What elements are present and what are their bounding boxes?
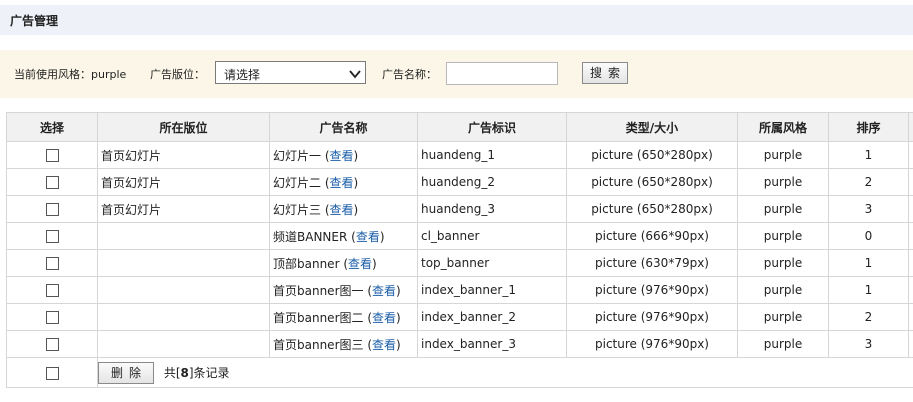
table-row: 频道BANNER (查看) cl_banner picture (666*90p… <box>6 222 913 250</box>
filter-bar: 当前使用风格：purple 广告版位： 请选择 广告名称： 搜索 <box>0 50 913 98</box>
page-title: 广告管理 <box>10 14 59 28</box>
record-count-value: 8 <box>180 366 189 380</box>
style-cell: purple <box>737 276 829 304</box>
order-cell: 1 <box>828 141 909 169</box>
style-cell: purple <box>737 330 829 358</box>
type-cell: picture (666*90px) <box>566 222 738 250</box>
table-row: 首页banner图一 (查看) index_banner_1 picture (… <box>6 276 913 304</box>
position-cell <box>97 330 270 358</box>
column-header-name: 广告名称 <box>269 112 418 142</box>
table-row: 顶部banner (查看) top_banner picture (630*79… <box>6 249 913 277</box>
position-label: 广告版位： <box>150 68 205 81</box>
order-cell: 3 <box>828 195 909 223</box>
view-link[interactable]: 查看 <box>372 311 396 325</box>
chevron-down-icon <box>349 68 361 79</box>
page-header: 广告管理 <box>0 5 913 35</box>
table-row: 首页幻灯片 幻灯片一 (查看) huandeng_1 picture (650*… <box>6 141 913 169</box>
style-value: purple <box>91 68 127 81</box>
type-cell: picture (976*90px) <box>566 276 738 304</box>
table-header-row: 选择 所在版位 广告名称 广告标识 类型/大小 所属风格 排序 <box>6 112 913 142</box>
name-cell: 频道BANNER (查看) <box>269 222 418 250</box>
column-header-position: 所在版位 <box>97 112 270 142</box>
name-cell: 幻灯片一 (查看) <box>269 141 418 169</box>
position-cell <box>97 276 270 304</box>
name-cell: 首页banner图二 (查看) <box>269 303 418 331</box>
order-cell: 2 <box>828 303 909 331</box>
row-checkbox[interactable] <box>45 338 59 351</box>
row-checkbox[interactable] <box>45 176 59 189</box>
position-cell <box>97 303 270 331</box>
style-label: 当前使用风格：purple <box>14 68 127 81</box>
row-checkbox[interactable] <box>45 149 59 162</box>
type-cell: picture (630*79px) <box>566 249 738 277</box>
select-all-checkbox[interactable] <box>45 366 59 380</box>
ad-table: 选择 所在版位 广告名称 广告标识 类型/大小 所属风格 排序 首页幻灯片 幻灯… <box>6 112 913 388</box>
position-cell: 首页幻灯片 <box>97 168 270 196</box>
column-header-select: 选择 <box>6 112 98 142</box>
search-button[interactable]: 搜索 <box>582 62 628 84</box>
view-link[interactable]: 查看 <box>348 257 372 271</box>
order-cell: 1 <box>828 276 909 304</box>
view-link[interactable]: 查看 <box>330 149 354 163</box>
record-count: 共[8]条记录 <box>163 366 230 380</box>
view-link[interactable]: 查看 <box>372 284 396 298</box>
position-cell <box>97 222 270 250</box>
delete-button[interactable]: 删除 <box>98 361 154 384</box>
order-cell: 2 <box>828 168 909 196</box>
order-cell: 3 <box>828 330 909 358</box>
table-row: 首页幻灯片 幻灯片二 (查看) huandeng_2 picture (650*… <box>6 168 913 196</box>
row-checkbox[interactable] <box>45 257 59 270</box>
name-cell: 首页banner图一 (查看) <box>269 276 418 304</box>
name-cell: 幻灯片三 (查看) <box>269 195 418 223</box>
column-header-order: 排序 <box>828 112 909 142</box>
style-cell: purple <box>737 249 829 277</box>
id-cell: index_banner_1 <box>417 276 567 304</box>
id-cell: top_banner <box>417 249 567 277</box>
row-checkbox[interactable] <box>45 284 59 297</box>
order-cell: 1 <box>828 249 909 277</box>
view-link[interactable]: 查看 <box>330 176 354 190</box>
position-cell: 首页幻灯片 <box>97 141 270 169</box>
position-cell: 首页幻灯片 <box>97 195 270 223</box>
position-cell <box>97 249 270 277</box>
table-row: 首页banner图二 (查看) index_banner_2 picture (… <box>6 303 913 331</box>
style-cell: purple <box>737 222 829 250</box>
id-cell: huandeng_1 <box>417 141 567 169</box>
position-select[interactable]: 请选择 <box>215 61 366 84</box>
style-cell: purple <box>737 303 829 331</box>
type-cell: picture (976*90px) <box>566 330 738 358</box>
column-header-style: 所属风格 <box>737 112 829 142</box>
name-label: 广告名称： <box>382 68 437 81</box>
id-cell: huandeng_3 <box>417 195 567 223</box>
column-header-type: 类型/大小 <box>566 112 738 142</box>
order-cell: 0 <box>828 222 909 250</box>
type-cell: picture (976*90px) <box>566 303 738 331</box>
type-cell: picture (650*280px) <box>566 141 738 169</box>
table-footer-row: 删除 共[8]条记录 <box>6 357 913 388</box>
view-link[interactable]: 查看 <box>372 338 396 352</box>
row-checkbox[interactable] <box>45 230 59 243</box>
row-checkbox[interactable] <box>45 311 59 324</box>
type-cell: picture (650*280px) <box>566 168 738 196</box>
column-header-extra <box>908 112 913 142</box>
id-cell: cl_banner <box>417 222 567 250</box>
view-link[interactable]: 查看 <box>356 230 380 244</box>
style-cell: purple <box>737 141 829 169</box>
name-input[interactable] <box>446 62 558 85</box>
style-cell: purple <box>737 195 829 223</box>
id-cell: index_banner_2 <box>417 303 567 331</box>
id-cell: huandeng_2 <box>417 168 567 196</box>
row-checkbox[interactable] <box>45 203 59 216</box>
name-cell: 幻灯片二 (查看) <box>269 168 418 196</box>
column-header-id: 广告标识 <box>417 112 567 142</box>
table-row: 首页幻灯片 幻灯片三 (查看) huandeng_3 picture (650*… <box>6 195 913 223</box>
style-cell: purple <box>737 168 829 196</box>
table-row: 首页banner图三 (查看) index_banner_3 picture (… <box>6 330 913 358</box>
view-link[interactable]: 查看 <box>330 203 354 217</box>
position-select-value: 请选择 <box>224 68 261 82</box>
name-cell: 首页banner图三 (查看) <box>269 330 418 358</box>
id-cell: index_banner_3 <box>417 330 567 358</box>
type-cell: picture (650*280px) <box>566 195 738 223</box>
name-cell: 顶部banner (查看) <box>269 249 418 277</box>
